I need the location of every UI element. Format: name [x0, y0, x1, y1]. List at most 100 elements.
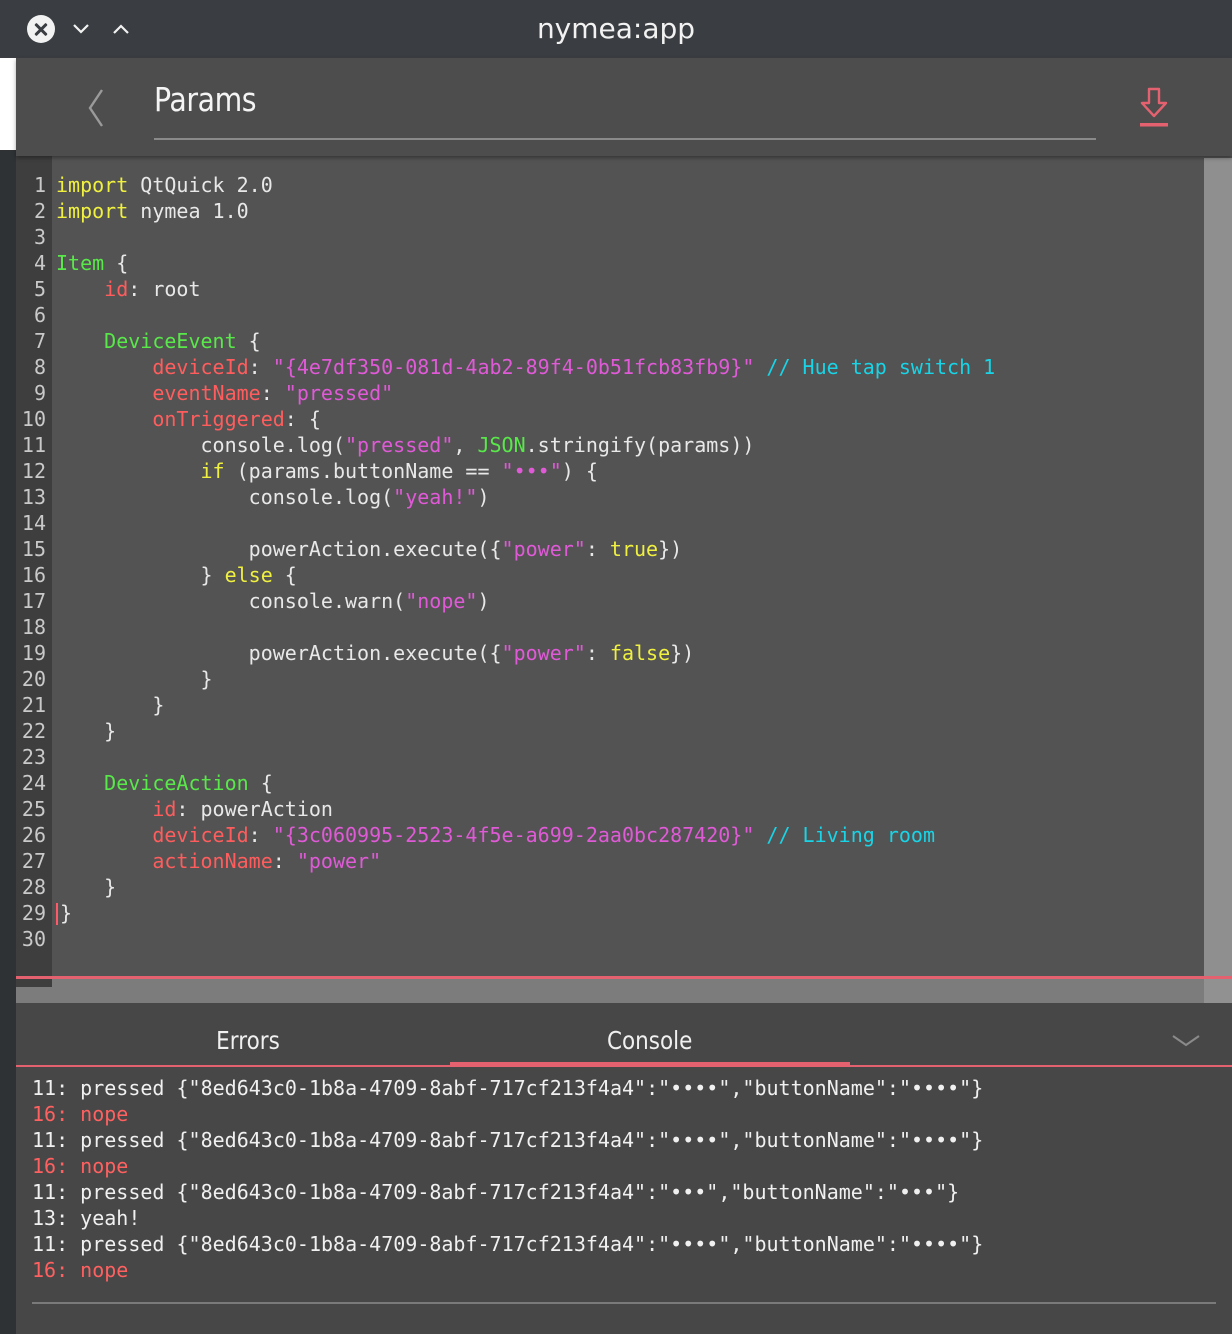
code-token: } — [200, 563, 225, 587]
code-token: deviceId — [152, 823, 249, 847]
app-header: Params — [16, 58, 1232, 156]
line-number-gutter: 1 2 3 4 5 6 7 8 9 10 11 12 13 14 15 16 17 18 19 20 21 22 23 24 2… — [16, 156, 52, 986]
line-number: 22 — [21, 719, 46, 743]
code-token: , — [453, 433, 478, 457]
code-token: false — [609, 641, 671, 665]
console-line: 13: yeah! — [32, 1206, 141, 1230]
code-token: "{4e7df350-081d-4ab2-89f4-0b51fcb83fb9}" — [272, 355, 755, 379]
code-token: : — [272, 849, 297, 873]
code-token: QtQuick 2.0 — [128, 173, 273, 197]
download-icon[interactable] — [1136, 86, 1172, 130]
code-token: "•••" — [501, 459, 562, 483]
title-field[interactable]: Params — [154, 76, 1096, 140]
code-editor[interactable]: 1 2 3 4 5 6 7 8 9 10 11 12 13 14 15 16 17 18 19 20 21 22 23 24 2… — [16, 156, 1232, 1003]
code-token: } — [200, 667, 213, 691]
console-line: 16: nope — [32, 1102, 129, 1126]
code-token: console.log( — [200, 433, 346, 457]
code-token: // Hue tap switch 1 — [754, 355, 996, 379]
code-token: import — [56, 173, 129, 197]
text-cursor — [56, 902, 58, 925]
code-line: deviceId: "{4e7df350-081d-4ab2-89f4-0b51… — [56, 354, 995, 380]
code-token: : — [260, 381, 285, 405]
code-text[interactable]: import QtQuick 2.0 import nymea 1.0 Item {… — [56, 172, 995, 952]
chevron-down-icon[interactable] — [1170, 1031, 1202, 1051]
desktop-edge-dark — [0, 150, 16, 1334]
code-line: deviceId: "{3c060995-2523-4f5e-a699-2aa0… — [56, 822, 995, 848]
code-token: "pressed" — [284, 381, 394, 405]
code-token: ) — [477, 485, 490, 509]
page-title: Params — [154, 80, 257, 119]
code-line: import nymea 1.0 — [56, 198, 995, 224]
code-line: actionName: "power" — [56, 848, 995, 874]
line-number: 26 — [21, 823, 46, 847]
code-token: : — [585, 641, 610, 665]
code-token: nymea 1.0 — [128, 199, 249, 223]
code-token: }) — [670, 641, 695, 665]
code-token: "nope" — [405, 589, 478, 613]
code-token: id — [104, 277, 129, 301]
code-token: console.warn( — [248, 589, 406, 613]
code-line: } — [56, 900, 995, 926]
line-number: 7 — [33, 329, 46, 353]
line-number: 13 — [21, 485, 46, 509]
code-line: } — [56, 692, 995, 718]
code-line: } — [56, 666, 995, 692]
code-token: DeviceEvent — [104, 329, 237, 353]
back-chevron-icon[interactable] — [82, 86, 112, 130]
code-line: } — [56, 718, 995, 744]
code-token: eventName — [152, 381, 261, 405]
code-token: "power" — [296, 849, 382, 873]
code-token: console.log( — [248, 485, 394, 509]
code-token: } — [152, 693, 165, 717]
scrollbar-thumb[interactable] — [16, 979, 52, 987]
code-token: id — [152, 797, 177, 821]
line-number: 27 — [21, 849, 46, 873]
console-line: 11: pressed {"8ed643c0-1b8a-4709-8abf-71… — [32, 1180, 960, 1204]
line-number: 3 — [33, 225, 46, 249]
code-token: } — [104, 719, 117, 743]
tab-errors[interactable]: Errors — [48, 1003, 448, 1065]
code-token: (params.buttonName == — [224, 459, 502, 483]
console-line: 16: nope — [32, 1258, 129, 1282]
code-token: : — [248, 823, 273, 847]
code-token: else — [224, 563, 273, 587]
line-number: 12 — [21, 459, 46, 483]
line-number: 11 — [21, 433, 46, 457]
code-token: deviceId — [152, 355, 249, 379]
code-line: import QtQuick 2.0 — [56, 172, 995, 198]
code-line: id: powerAction — [56, 796, 995, 822]
code-token: "pressed" — [345, 433, 454, 457]
line-number: 1 — [33, 173, 46, 197]
editor-horizontal-scrollbar[interactable] — [16, 979, 1232, 1003]
code-token: "power" — [501, 641, 586, 665]
code-line: console.warn("nope") — [56, 588, 995, 614]
pane-divider[interactable] — [16, 976, 1232, 979]
code-token: powerAction.execute({ — [248, 641, 502, 665]
code-line: id: root — [56, 276, 995, 302]
tab-console[interactable]: Console — [450, 1003, 850, 1065]
code-token: .stringify(params)) — [525, 433, 755, 457]
code-token: Item — [56, 251, 105, 275]
editor-vertical-scrollbar[interactable] — [1204, 158, 1232, 1003]
code-token: ) { — [561, 459, 598, 483]
code-token: { — [272, 563, 297, 587]
code-token: } — [60, 901, 73, 925]
code-token: import — [56, 199, 129, 223]
scrollbar-corner — [1204, 979, 1232, 1003]
console-output[interactable]: 11: pressed {"8ed643c0-1b8a-4709-8abf-71… — [16, 1067, 1232, 1334]
